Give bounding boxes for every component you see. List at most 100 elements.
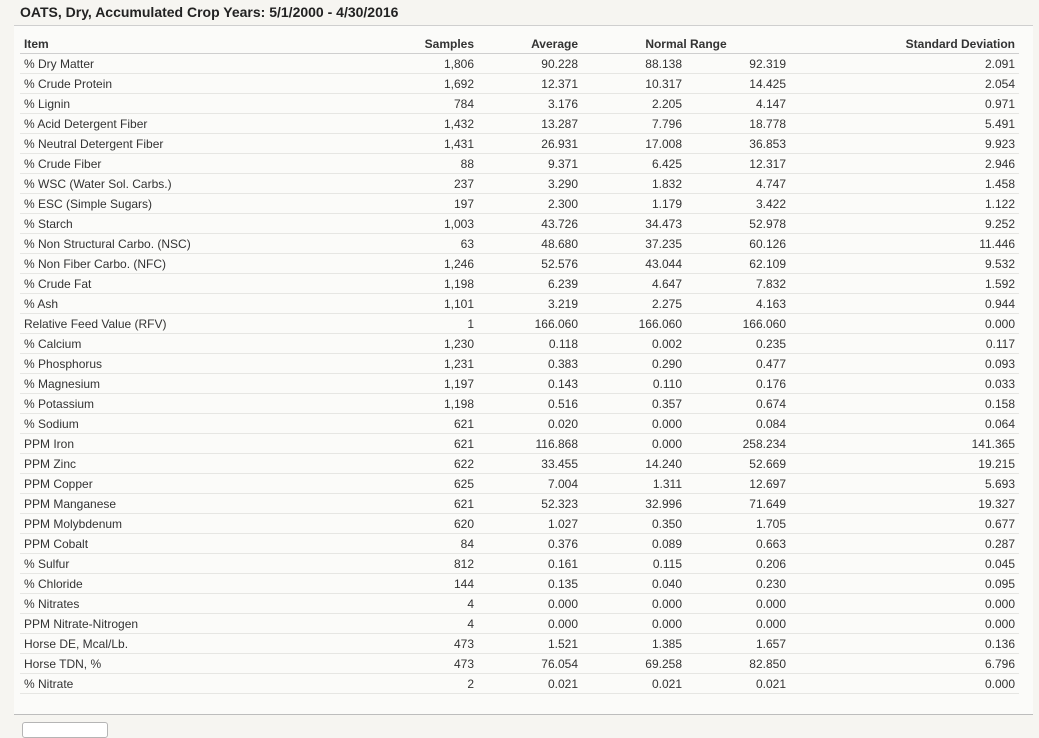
row-item-cell: % Nitrate [20,673,418,694]
row-range-low-cell: 0.040 [582,573,686,594]
row-item-cell: % Crude Protein [20,73,418,94]
row-average-cell: 0.135 [478,573,582,594]
row-range-high-cell: 7.832 [686,273,790,294]
row-range-high-cell: 0.663 [686,533,790,554]
row-range-high-cell: 0.230 [686,573,790,594]
table-row: PPM Manganese 621 52.323 32.996 71.649 19.327 [20,493,1019,514]
row-range-low-cell: 0.002 [582,333,686,354]
row-samples-cell: 621 [418,433,478,454]
row-samples-cell: 1,230 [418,333,478,354]
row-item-cell: PPM Molybdenum [20,513,418,534]
row-samples-cell: 1,431 [418,133,478,154]
row-range-high-cell: 62.109 [686,253,790,274]
row-std-dev-cell: 2.946 [790,153,1019,174]
row-range-high-cell: 0.206 [686,553,790,574]
row-samples-cell: 1,231 [418,353,478,374]
table-header-row: Item Samples Average Normal Range Standa… [20,34,1019,54]
row-std-dev-cell: 0.045 [790,553,1019,574]
row-samples-cell: 2 [418,673,478,694]
row-std-dev-cell: 0.093 [790,353,1019,374]
row-std-dev-cell: 0.944 [790,293,1019,314]
table-row: % Non Fiber Carbo. (NFC) 1,246 52.576 43.04… [20,253,1019,274]
average-column-header: Average [478,34,582,54]
table-row: PPM Cobalt 84 0.376 0.089 0.663 0.287 [20,533,1019,554]
samples-column-header: Samples [418,34,478,54]
row-samples-cell: 812 [418,553,478,574]
row-range-low-cell: 37.235 [582,233,686,254]
row-samples-cell: 473 [418,633,478,654]
table-row: Horse DE, Mcal/Lb. 473 1.521 1.385 1.657 0.13… [20,633,1019,654]
row-range-high-cell: 71.649 [686,493,790,514]
row-average-cell: 52.323 [478,493,582,514]
row-samples-cell: 1,198 [418,393,478,414]
row-std-dev-cell: 0.287 [790,533,1019,554]
row-range-low-cell: 0.089 [582,533,686,554]
report-title: OATS, Dry, Accumulated Crop Years: 5/1/2… [14,0,1033,26]
row-samples-cell: 621 [418,413,478,434]
row-samples-cell: 1,003 [418,213,478,234]
row-std-dev-cell: 1.122 [790,193,1019,214]
row-std-dev-cell: 9.923 [790,133,1019,154]
row-item-cell: % Chloride [20,573,418,594]
row-std-dev-cell: 0.000 [790,613,1019,634]
row-range-high-cell: 3.422 [686,193,790,214]
row-average-cell: 0.516 [478,393,582,414]
table-row: % Magnesium 1,197 0.143 0.110 0.176 0.033 [20,373,1019,394]
row-item-cell: PPM Cobalt [20,533,418,554]
row-average-cell: 0.118 [478,333,582,354]
row-range-high-cell: 18.778 [686,113,790,134]
table-row: % ESC (Simple Sugars) 197 2.300 1.179 3.422 1… [20,193,1019,214]
row-std-dev-cell: 0.117 [790,333,1019,354]
results-panel: Item Samples Average Normal Range Standa… [14,26,1033,715]
bottom-button[interactable] [22,722,108,738]
row-samples-cell: 1,197 [418,373,478,394]
row-range-low-cell: 17.008 [582,133,686,154]
table-row: % Nitrates 4 0.000 0.000 0.000 0.000 [20,593,1019,614]
row-std-dev-cell: 141.365 [790,433,1019,454]
row-samples-cell: 621 [418,493,478,514]
row-samples-cell: 4 [418,613,478,634]
row-samples-cell: 1,198 [418,273,478,294]
row-average-cell: 0.021 [478,673,582,694]
normal-range-column-header: Normal Range [582,34,790,54]
row-range-high-cell: 0.176 [686,373,790,394]
row-range-high-cell: 0.000 [686,593,790,614]
row-range-low-cell: 1.311 [582,473,686,494]
row-samples-cell: 473 [418,653,478,674]
row-std-dev-cell: 0.095 [790,573,1019,594]
row-range-low-cell: 0.000 [582,433,686,454]
row-samples-cell: 144 [418,573,478,594]
std-dev-column-header: Standard Deviation [790,34,1019,54]
row-average-cell: 90.228 [478,53,582,74]
row-range-low-cell: 88.138 [582,53,686,74]
row-std-dev-cell: 6.796 [790,653,1019,674]
table-row: % Crude Fiber 88 9.371 6.425 12.317 2.946 [20,153,1019,174]
row-item-cell: % Starch [20,213,418,234]
row-std-dev-cell: 19.215 [790,453,1019,474]
row-range-low-cell: 69.258 [582,653,686,674]
table-row: % Potassium 1,198 0.516 0.357 0.674 0.158 [20,393,1019,414]
row-average-cell: 1.521 [478,633,582,654]
row-item-cell: Horse DE, Mcal/Lb. [20,633,418,654]
row-range-high-cell: 166.060 [686,313,790,334]
row-average-cell: 26.931 [478,133,582,154]
row-std-dev-cell: 2.091 [790,53,1019,74]
row-item-cell: % Phosphorus [20,353,418,374]
row-range-low-cell: 7.796 [582,113,686,134]
row-range-high-cell: 14.425 [686,73,790,94]
row-samples-cell: 84 [418,533,478,554]
row-std-dev-cell: 0.136 [790,633,1019,654]
row-range-high-cell: 0.021 [686,673,790,694]
row-item-cell: % WSC (Water Sol. Carbs.) [20,173,418,194]
row-item-cell: Horse TDN, % [20,653,418,674]
row-std-dev-cell: 1.592 [790,273,1019,294]
row-range-low-cell: 0.110 [582,373,686,394]
row-item-cell: % Dry Matter [20,53,418,74]
item-column-header: Item [20,34,418,54]
row-item-cell: % Neutral Detergent Fiber [20,133,418,154]
row-range-high-cell: 52.978 [686,213,790,234]
row-samples-cell: 237 [418,173,478,194]
row-range-high-cell: 0.477 [686,353,790,374]
table-row: % Calcium 1,230 0.118 0.002 0.235 0.117 [20,333,1019,354]
row-item-cell: % Sodium [20,413,418,434]
